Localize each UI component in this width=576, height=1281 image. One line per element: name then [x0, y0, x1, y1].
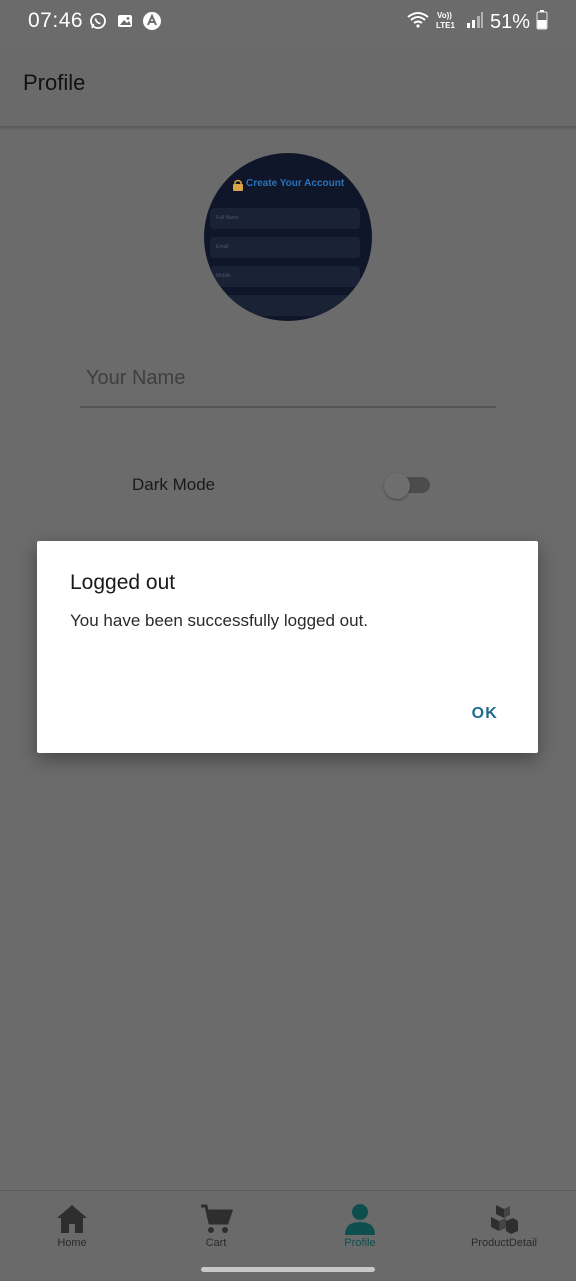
nav-item-profile[interactable]: Profile	[300, 1201, 420, 1249]
system-icons: Vo)) LTE1 51%	[406, 9, 548, 36]
nav-item-productdetail[interactable]: ProductDetail	[444, 1201, 564, 1249]
lock-icon	[232, 178, 244, 191]
gallery-icon	[115, 11, 135, 31]
app-bar: Profile	[0, 44, 576, 126]
signal-icon	[466, 11, 484, 34]
avatar-preview-field-mobile: Mobile	[210, 266, 360, 287]
volte-icon: Vo)) LTE1	[436, 9, 460, 36]
dark-mode-label: Dark Mode	[132, 475, 216, 494]
notification-icons	[88, 11, 162, 31]
nav-label-productdetail: ProductDetail	[470, 1237, 538, 1249]
home-icon	[54, 1201, 90, 1237]
page-title: Profile	[23, 70, 86, 95]
avatar-preview-title: Create Your Account	[246, 178, 345, 189]
nav-item-home[interactable]: Home	[12, 1201, 132, 1249]
battery-percent: 51%	[489, 11, 530, 33]
dialog-title: Logged out	[70, 571, 176, 594]
name-input[interactable]	[80, 358, 496, 408]
profile-avatar[interactable]: Create Your Account Full Name Email Mobi…	[204, 153, 372, 321]
wifi-icon	[406, 10, 430, 35]
home-indicator[interactable]	[201, 1267, 375, 1272]
whatsapp-icon	[88, 11, 108, 31]
avatar-preview-field-extra	[210, 295, 360, 316]
nav-label-profile: Profile	[344, 1237, 376, 1249]
toggle-thumb	[384, 473, 410, 499]
avatar-preview-field-email: Email	[210, 237, 360, 258]
dark-mode-toggle[interactable]	[384, 473, 430, 499]
boxes-icon	[486, 1201, 522, 1237]
status-time: 07:46	[28, 9, 84, 32]
logout-dialog: Logged out You have been successfully lo…	[37, 541, 538, 753]
nav-label-cart: Cart	[205, 1237, 227, 1249]
person-icon	[342, 1201, 378, 1237]
dialog-message: You have been successfully logged out.	[70, 611, 369, 630]
nav-label-home: Home	[57, 1237, 87, 1249]
app-icon	[142, 11, 162, 31]
ok-button[interactable]: OK	[466, 701, 504, 727]
cart-icon	[198, 1201, 234, 1237]
svg-text:Vo)): Vo))	[437, 11, 452, 20]
avatar-preview-field-name: Full Name	[210, 208, 360, 229]
nav-item-cart[interactable]: Cart	[156, 1201, 276, 1249]
svg-text:LTE1: LTE1	[436, 21, 456, 30]
battery-icon	[536, 10, 548, 35]
status-bar: 07:46 Vo)) LTE1 51%	[0, 0, 576, 44]
